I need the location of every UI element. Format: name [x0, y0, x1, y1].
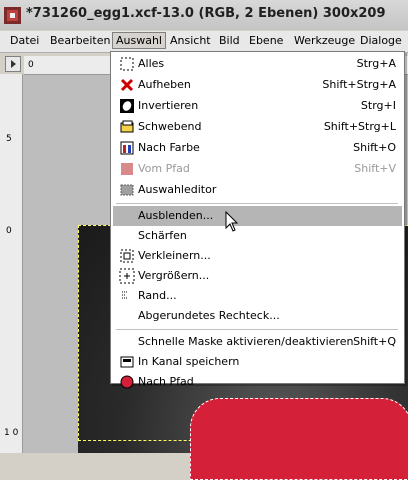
menu-item-label: Abgerundetes Rechteck... — [138, 309, 280, 322]
menu-dialoge[interactable]: Dialoge — [360, 34, 402, 47]
border-icon — [122, 291, 128, 299]
menu-item-verkleinern[interactable]: Verkleinern... — [113, 246, 402, 266]
ruler-tick-label: 0 — [6, 226, 12, 236]
select-none-icon — [120, 78, 134, 92]
menu-item-schnelle-maske[interactable]: Schnelle Maske aktivieren/deaktivieren S… — [113, 332, 402, 352]
shrink-icon — [120, 249, 134, 263]
egg-shape — [190, 398, 408, 480]
invert-selection-icon — [120, 99, 134, 113]
arrow-right-icon — [11, 60, 16, 68]
menu-item-in-kanal-speichern[interactable]: In Kanal speichern — [113, 352, 402, 372]
menu-item-label: Auswahleditor — [138, 183, 217, 196]
menu-ebene[interactable]: Ebene — [249, 34, 283, 47]
menu-item-nach-farbe[interactable]: Nach Farbe Shift+O — [113, 138, 402, 158]
menu-item-schwebend[interactable]: Schwebend Shift+Strg+L — [113, 117, 402, 137]
to-path-icon — [120, 375, 134, 389]
menu-item-label: Vergrößern... — [138, 269, 210, 282]
menu-bar: Datei Bearbeiten Auswahl Ansicht Bild Eb… — [0, 31, 408, 53]
menu-separator — [116, 203, 398, 204]
select-all-icon — [120, 57, 134, 71]
window-title: *731260_egg1.xcf-13.0 (RGB, 2 Ebenen) 30… — [26, 6, 386, 21]
save-to-channel-icon — [120, 356, 134, 368]
menu-item-shortcut: Shift+Strg+A — [322, 78, 396, 91]
select-by-color-icon — [120, 141, 134, 155]
ruler-tick-label: 0 — [28, 60, 34, 70]
menu-item-shortcut: Shift+Strg+L — [323, 120, 396, 133]
menu-item-shortcut: Shift+Q — [353, 335, 396, 348]
ruler-tick-label: 1 0 — [4, 428, 19, 438]
menu-separator — [116, 329, 398, 330]
menu-bearbeiten[interactable]: Bearbeiten — [50, 34, 110, 47]
menu-item-shortcut: Strg+I — [360, 99, 396, 112]
menu-item-label: Verkleinern... — [138, 249, 211, 262]
menu-item-label: Nach Farbe — [138, 141, 200, 154]
menu-item-label: Aufheben — [138, 78, 191, 91]
selection-editor-icon — [120, 184, 134, 196]
menu-item-label: Schnelle Maske aktivieren/deaktivieren — [138, 335, 354, 348]
grow-icon — [119, 268, 135, 284]
menu-item-label: Schwebend — [138, 120, 202, 133]
menu-ansicht[interactable]: Ansicht — [170, 34, 211, 47]
menu-item-auswahleditor[interactable]: Auswahleditor — [113, 180, 402, 200]
menu-item-vergroessern[interactable]: Vergrößern... — [113, 266, 402, 286]
menu-item-nach-pfad[interactable]: Nach Pfad — [113, 372, 402, 389]
menu-item-label: Alles — [138, 57, 165, 70]
menu-item-shortcut: Shift+O — [353, 141, 396, 154]
menu-item-label: Nach Pfad — [138, 375, 194, 388]
menu-item-alles[interactable]: Alles Strg+A — [113, 54, 402, 74]
vertical-ruler[interactable]: 5 0 1 0 — [0, 74, 23, 453]
menu-auswahl[interactable]: Auswahl — [112, 32, 166, 49]
menu-item-abgerundetes-rechteck[interactable]: Abgerundetes Rechteck... — [113, 306, 402, 326]
menu-item-aufheben[interactable]: Aufheben Shift+Strg+A — [113, 75, 402, 95]
menu-item-ausblenden[interactable]: Ausblenden... — [113, 206, 402, 226]
menu-item-label: Vom Pfad — [138, 162, 190, 175]
mouse-cursor-icon — [225, 211, 239, 232]
menu-werkzeuge[interactable]: Werkzeuge — [294, 34, 355, 47]
menu-item-label: Invertieren — [138, 99, 199, 112]
auswahl-menu-dropdown: Alles Strg+A Aufheben Shift+Strg+A Inver… — [110, 51, 405, 389]
menu-item-rand[interactable]: Rand... — [113, 286, 402, 306]
quick-mask-corner-button[interactable] — [5, 56, 21, 72]
from-path-icon — [121, 163, 133, 175]
menu-item-shortcut: Strg+A — [356, 57, 396, 70]
menu-item-vom-pfad: Vom Pfad Shift+V — [113, 159, 402, 179]
float-selection-icon — [120, 120, 134, 133]
menu-datei[interactable]: Datei — [10, 34, 39, 47]
gimp-app-icon — [4, 7, 21, 24]
menu-item-shortcut: Shift+V — [354, 162, 396, 175]
menu-item-label: Schärfen — [138, 229, 187, 242]
menu-item-label: Rand... — [138, 289, 177, 302]
menu-item-label: In Kanal speichern — [138, 355, 240, 368]
menu-bild[interactable]: Bild — [219, 34, 240, 47]
menu-item-label: Ausblenden... — [138, 209, 214, 222]
menu-item-invertieren[interactable]: Invertieren Strg+I — [113, 96, 402, 116]
menu-item-schaerfen[interactable]: Schärfen — [113, 226, 402, 246]
title-bar: *731260_egg1.xcf-13.0 (RGB, 2 Ebenen) 30… — [0, 0, 408, 30]
ruler-tick-label: 5 — [6, 134, 12, 144]
